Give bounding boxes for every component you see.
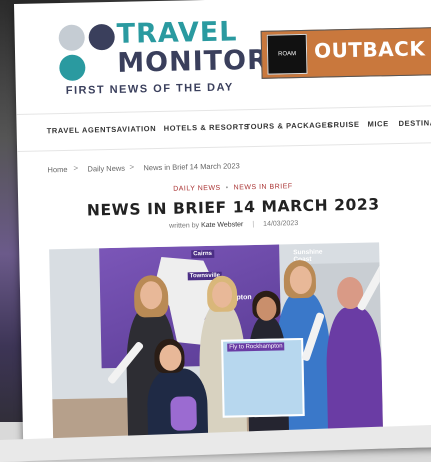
- byline-date: 14/03/2023: [263, 220, 299, 228]
- breadcrumb-separator: >: [129, 162, 135, 172]
- nav-item-hotels-resorts[interactable]: HOTELS & RESORTS: [164, 122, 250, 133]
- byline-author[interactable]: Kate Webster: [201, 221, 243, 229]
- nav-item-destinations[interactable]: DESTINAT: [398, 118, 431, 128]
- article-categories: DAILY NEWS • NEWS IN BRIEF: [18, 180, 431, 196]
- logo-tagline: FIRST NEWS OF THE DAY: [65, 81, 234, 97]
- logo-dots-icon: [58, 23, 119, 85]
- ad-headline: OUTBACK CAM: [313, 35, 431, 63]
- article-featured-image: Cairns Townsville mpton Sunshine Coast F…: [49, 242, 384, 456]
- site-logo[interactable]: TRAVEL MONITOR FIRST NEWS OF THE DAY: [58, 16, 269, 101]
- nav-item-aviation[interactable]: AVIATION: [117, 124, 157, 134]
- ad-logo: ROAM: [266, 33, 308, 75]
- breadcrumb-current: News in Brief 14 March 2023: [143, 161, 240, 173]
- nav-item-tours-packages[interactable]: TOURS & PACKAGES: [246, 120, 333, 131]
- logo-text-monitor: MONITOR: [116, 44, 270, 79]
- webpage-screenshot: TRAVEL MONITOR FIRST NEWS OF THE DAY ROA…: [14, 0, 431, 456]
- breadcrumb-daily-news[interactable]: Daily News: [87, 164, 125, 174]
- banner-ad[interactable]: ROAM OUTBACK CAM: [260, 26, 431, 79]
- foam-thumbs-up-hand: [170, 396, 197, 431]
- nav-item-mice[interactable]: MICE: [367, 119, 388, 128]
- category-daily-news[interactable]: DAILY NEWS: [173, 185, 221, 193]
- nav-item-travel-agents[interactable]: TRAVEL AGENTS: [47, 125, 117, 135]
- byline-prefix: written by: [169, 222, 200, 230]
- breadcrumb-separator: >: [73, 163, 79, 173]
- article-title: NEWS IN BRIEF 14 MARCH 2023: [86, 195, 380, 220]
- fly-to-rockhampton-poster: Fly to Rockhampton: [221, 338, 305, 418]
- main-navigation: TRAVEL AGENTS AVIATION HOTELS & RESORTS …: [16, 104, 431, 152]
- category-separator: •: [225, 184, 229, 192]
- banner-city-cairns: Cairns: [191, 249, 215, 259]
- category-news-in-brief[interactable]: NEWS IN BRIEF: [234, 183, 293, 191]
- breadcrumb-home[interactable]: Home: [47, 165, 67, 174]
- nav-item-cruise[interactable]: CRUISE: [328, 120, 360, 130]
- poster-text: Fly to Rockhampton: [227, 342, 285, 352]
